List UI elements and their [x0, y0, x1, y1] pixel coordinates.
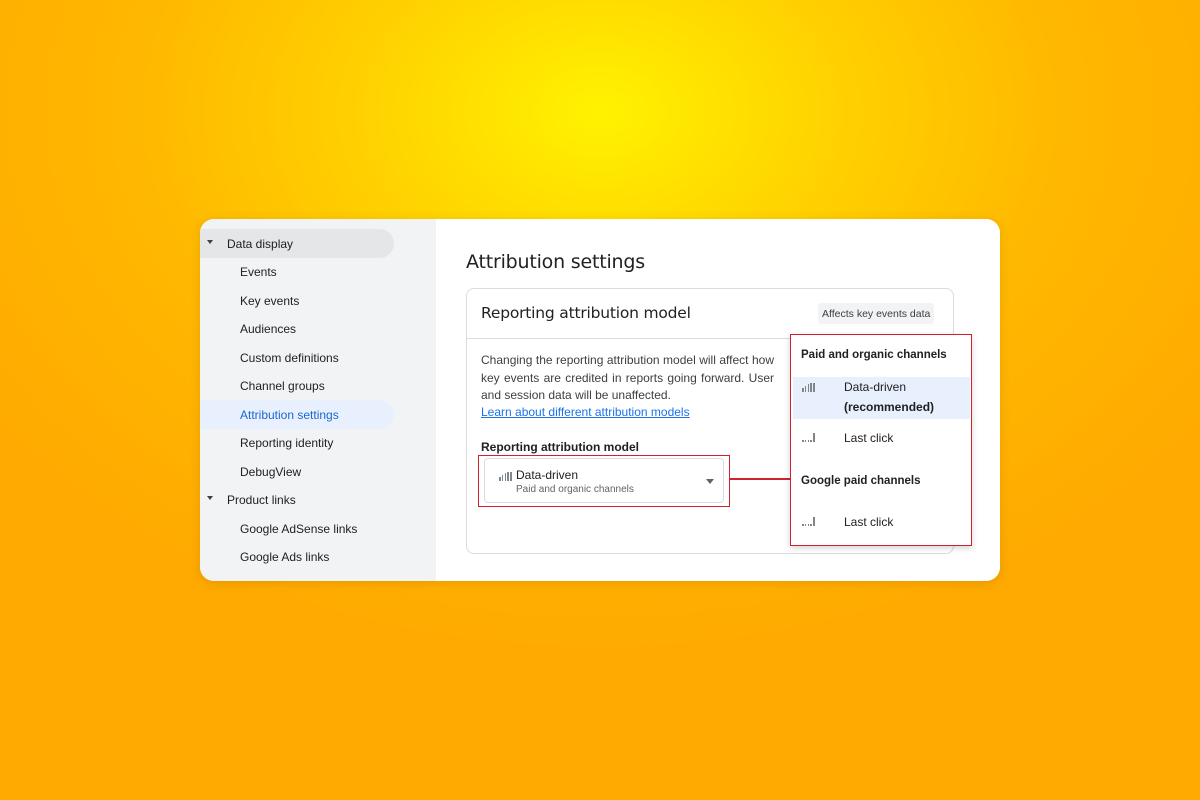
sidebar: Data display Events Key events Audiences…: [200, 219, 436, 581]
sidebar-item-label: Reporting identity: [240, 435, 334, 450]
page-title: Attribution settings: [466, 251, 645, 273]
sidebar-item-label: Attribution settings: [240, 407, 339, 422]
sidebar-item-label: Events: [240, 264, 277, 279]
bar-chart-icon: [802, 433, 815, 442]
sidebar-item-channel-groups[interactable]: Channel groups: [200, 371, 394, 400]
menu-option-label: Data-driven: [844, 380, 907, 394]
select-highlight-box: [478, 455, 730, 507]
connector-line: [730, 478, 791, 480]
sidebar-item-label: Google AdSense links: [240, 521, 358, 536]
attribution-model-menu: Paid and organic channels Data-driven (r…: [790, 334, 972, 546]
menu-option-recommended: (recommended): [844, 400, 935, 414]
info-chip: Affects key events data: [818, 303, 935, 324]
sidebar-item-label: Key events: [240, 293, 300, 308]
caret-down-icon: [207, 240, 213, 244]
sidebar-item-reporting-identity[interactable]: Reporting identity: [200, 428, 394, 457]
sidebar-item-label: Google Ads links: [240, 549, 330, 564]
sidebar-item-label: DebugView: [240, 464, 302, 479]
menu-option-label: Last click: [844, 515, 894, 529]
sidebar-item-debugview[interactable]: DebugView: [200, 457, 394, 486]
sidebar-item-attribution-settings[interactable]: Attribution settings: [200, 400, 394, 429]
bar-chart-icon: [802, 383, 815, 392]
sidebar-item-custom-definitions[interactable]: Custom definitions: [200, 343, 394, 372]
sidebar-group-product-links[interactable]: Product links: [200, 485, 394, 514]
sidebar-item-google-adsense-links[interactable]: Google AdSense links: [200, 514, 394, 543]
sidebar-group-label: Product links: [227, 492, 296, 507]
menu-section-heading: Paid and organic channels: [801, 349, 947, 361]
bar-chart-icon: [802, 517, 815, 526]
sidebar-item-audiences[interactable]: Audiences: [200, 314, 394, 343]
sidebar-item-label: Audiences: [240, 321, 297, 336]
menu-option-last-click-paid[interactable]: Last click: [793, 509, 970, 537]
caret-down-icon: [207, 496, 213, 500]
sidebar-item-key-events[interactable]: Key events: [200, 286, 394, 315]
learn-more-link[interactable]: Learn about different attribution models: [481, 405, 690, 419]
card-title: Reporting attribution model: [481, 304, 691, 322]
sidebar-item-events[interactable]: Events: [200, 257, 394, 286]
sidebar-group-data-display[interactable]: Data display: [200, 229, 394, 258]
card-description: Changing the reporting attribution model…: [481, 353, 774, 402]
menu-option-last-click[interactable]: Last click: [793, 425, 970, 453]
menu-section-heading: Google paid channels: [801, 475, 921, 487]
sidebar-group-label: Data display: [227, 236, 294, 251]
sidebar-item-google-ads-links[interactable]: Google Ads links: [200, 542, 394, 571]
sidebar-item-label: Channel groups: [240, 378, 325, 393]
menu-option-label: Last click: [844, 431, 894, 445]
sidebar-item-label: Custom definitions: [240, 350, 339, 365]
menu-option-data-driven[interactable]: Data-driven (recommended): [793, 377, 970, 419]
field-label: Reporting attribution model: [481, 440, 639, 454]
